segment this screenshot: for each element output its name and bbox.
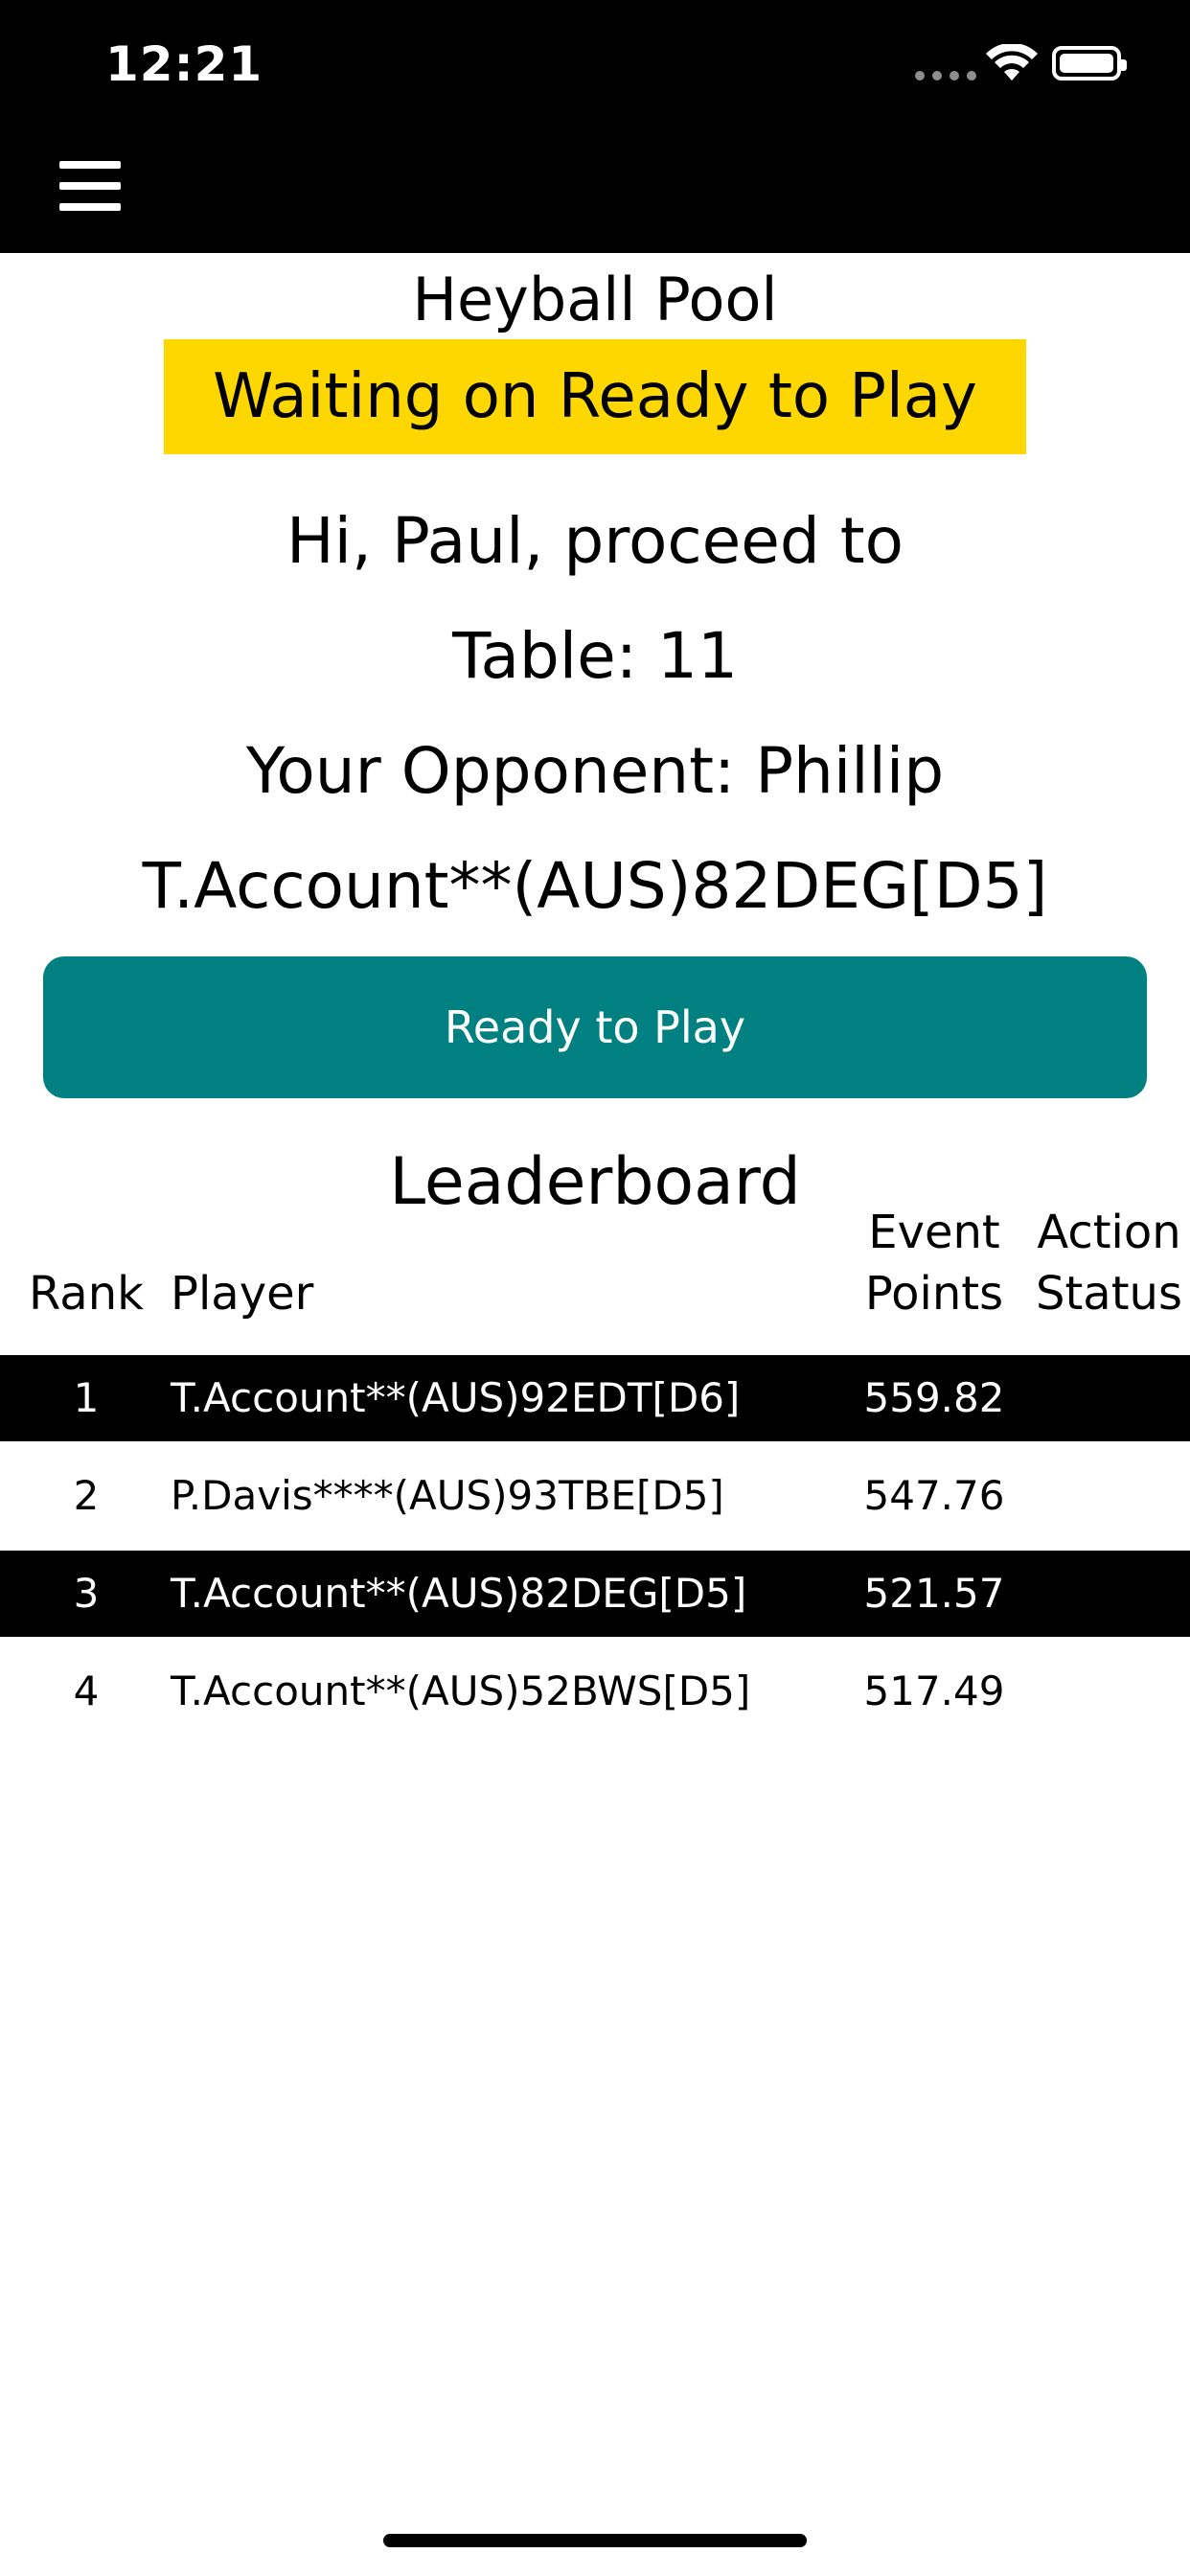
header-rank: Rank [29, 1267, 144, 1321]
status-banner: Waiting on Ready to Play [164, 339, 1026, 454]
row-player: T.Account**(AUS)52BWS[D5] [171, 1668, 751, 1714]
competition-name: Heyball Pool [412, 264, 778, 334]
row-player: T.Account**(AUS)82DEG[D5] [171, 1570, 747, 1617]
home-indicator[interactable] [383, 2534, 807, 2547]
row-status [1030, 1453, 1188, 1539]
wifi-icon [986, 44, 1038, 80]
status-bar: 12:21 [0, 0, 1190, 126]
table-row[interactable]: 2 P.Davis****(AUS)93TBE[D5] 547.76 [0, 1453, 1190, 1539]
table-row[interactable]: 4 T.Account**(AUS)52BWS[D5] 517.49 [0, 1648, 1190, 1735]
row-rank: 1 [73, 1374, 100, 1421]
row-rank: 4 [73, 1668, 100, 1714]
status-time: 12:21 [105, 36, 263, 92]
table-row[interactable]: 1 T.Account**(AUS)92EDT[D6] 559.82 [0, 1355, 1190, 1441]
row-rank: 2 [73, 1472, 100, 1519]
table-assignment: Table: 11 [452, 619, 738, 693]
row-points: 559.82 [863, 1374, 1005, 1421]
row-status [1030, 1648, 1188, 1735]
row-rank: 3 [73, 1570, 100, 1617]
row-points: 517.49 [863, 1668, 1005, 1714]
row-status [1030, 1551, 1188, 1637]
table-row[interactable]: 3 T.Account**(AUS)82DEG[D5] 521.57 [0, 1551, 1190, 1637]
row-player: P.Davis****(AUS)93TBE[D5] [171, 1472, 724, 1519]
page-title: Competition [436, 161, 754, 215]
row-points: 521.57 [863, 1570, 1005, 1617]
header-event-points: Event Points [864, 1206, 1004, 1321]
ready-to-play-button[interactable]: Ready to Play [43, 956, 1147, 1098]
row-status [1030, 1355, 1188, 1441]
opponent-label: Your Opponent: Phillip [245, 734, 945, 808]
cellular-signal-icon [915, 71, 976, 80]
opponent-id: T.Account**(AUS)82DEG[D5] [142, 849, 1048, 923]
header-player: Player [171, 1267, 314, 1321]
greeting-text: Hi, Paul, proceed to [286, 504, 904, 578]
row-points: 547.76 [863, 1472, 1005, 1519]
row-player: T.Account**(AUS)92EDT[D6] [171, 1374, 741, 1421]
header-action-status: Action Status [1036, 1206, 1182, 1321]
battery-icon [1052, 46, 1127, 80]
